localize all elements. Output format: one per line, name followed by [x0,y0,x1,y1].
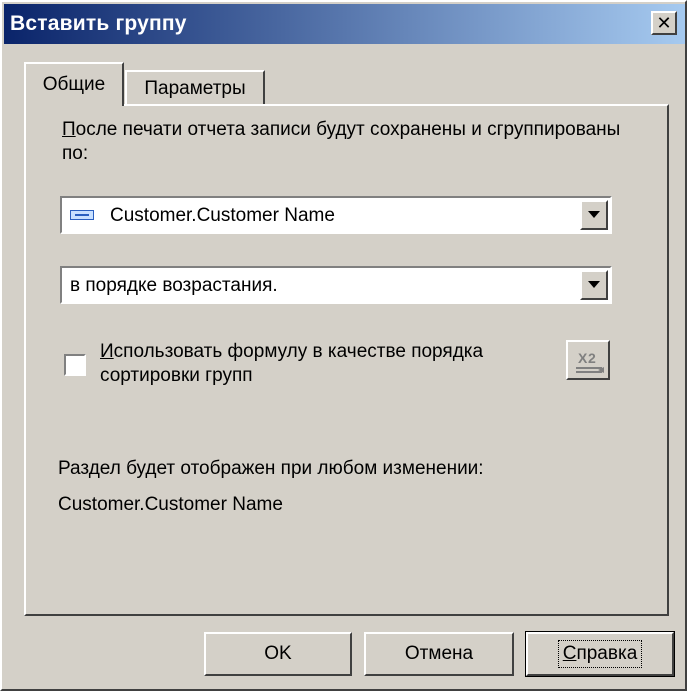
use-formula-checkbox[interactable] [64,354,86,376]
tab-general[interactable]: Общие [24,62,124,106]
group-field-select[interactable]: Customer.Customer Name [60,196,612,234]
help-button-focus: Справка [557,640,643,668]
window-title: Вставить группу [10,12,187,35]
formula-editor-icon: X 2 [572,346,608,378]
use-formula-label[interactable]: Использовать формулу в качестве порядка … [100,340,520,388]
group-field-dropdown-button[interactable] [580,200,608,230]
group-field-value: Customer.Customer Name [110,205,335,226]
section-info-value: Customer.Customer Name [58,494,283,515]
tab-general-label: Общие [42,74,106,95]
use-formula-text: спользовать формулу в качестве порядка с… [100,341,484,386]
svg-text:2: 2 [588,350,596,366]
svg-text:X: X [578,350,588,366]
help-mnemonic: С [562,643,577,664]
description-mnemonic: П [62,119,76,140]
ok-button[interactable]: OK [204,632,352,676]
tab-parameters[interactable]: Параметры [125,70,265,106]
tab-parameters-label: Параметры [144,78,246,99]
close-icon: ✕ [656,13,672,33]
ok-button-label: OK [264,643,292,664]
sort-order-dropdown-button[interactable] [580,270,608,300]
sort-order-value: в порядке возрастания. [70,275,278,296]
group-description: После печати отчета записи будут сохране… [62,118,622,166]
help-button-label: правка [576,643,638,664]
cancel-button[interactable]: Отмена [364,632,514,676]
section-info-label: Раздел будет отображен при любом изменен… [58,458,484,479]
description-text: осле печати отчета записи будут сохранен… [62,119,621,164]
sort-order-select[interactable]: в порядке возрастания. [60,266,612,304]
close-button[interactable]: ✕ [651,11,677,35]
formula-editor-button[interactable]: X 2 [566,340,610,380]
database-field-icon [70,210,94,220]
help-button[interactable]: Справка [525,631,675,677]
title-bar[interactable]: Вставить группу ✕ [4,4,685,44]
cancel-button-label: Отмена [404,643,474,664]
use-formula-mnemonic: И [100,341,114,362]
